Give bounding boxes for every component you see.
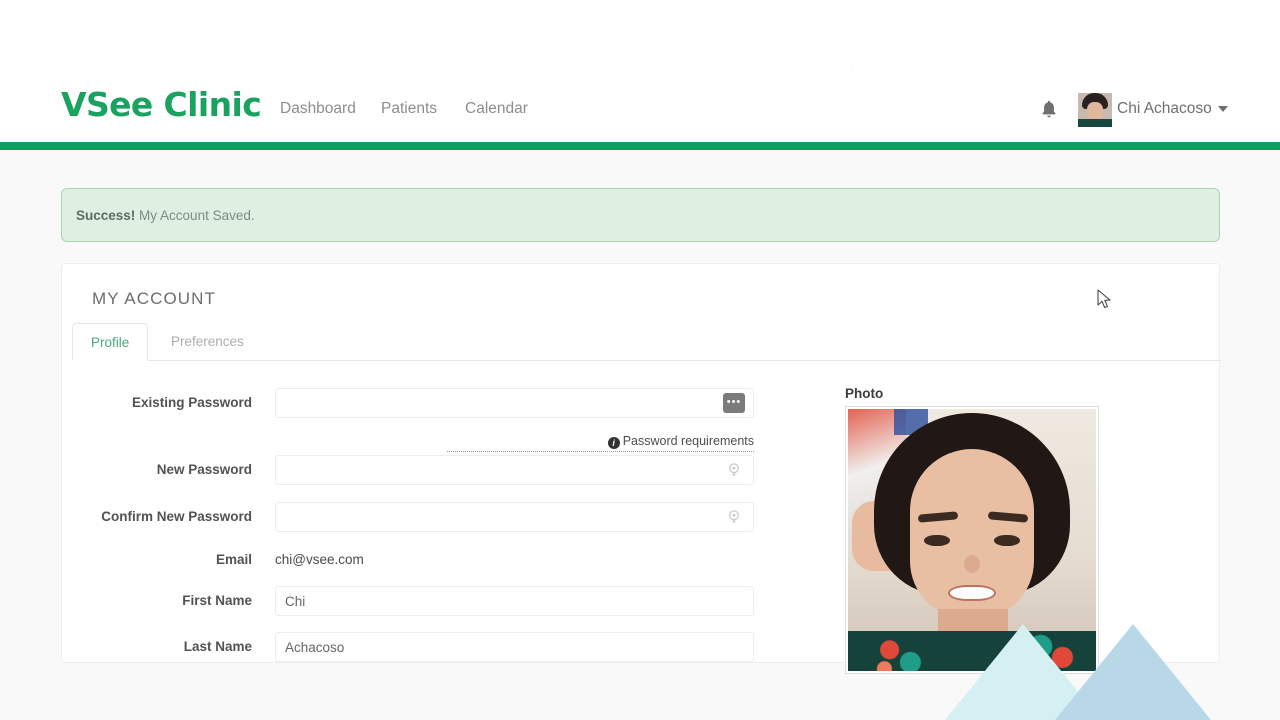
photo-eye-right [994, 535, 1020, 546]
label-email: Email [215, 552, 252, 567]
label-existing-password: Existing Password [131, 395, 252, 410]
password-manager-icon[interactable]: ••• [723, 393, 745, 413]
confirm-new-password-input[interactable] [275, 502, 754, 532]
key-icon[interactable] [727, 463, 741, 477]
header-inner: VSee Clinic Dashboard Patients Calendar … [0, 0, 1280, 147]
info-icon: i [607, 437, 620, 449]
header-accent-bar [0, 142, 1280, 150]
page-root: · · · · · · VSee Clinic Dashboard Patien… [0, 0, 1280, 720]
user-name-label[interactable]: Chi Achacoso [1117, 100, 1212, 118]
password-requirements-label: Password requirements [622, 434, 754, 448]
success-alert-text: Success! My Account Saved. [76, 208, 255, 223]
photo-nose [964, 555, 980, 573]
tab-bar: Profile Preferences [72, 323, 1221, 361]
site-header: · · · · · · VSee Clinic Dashboard Patien… [0, 0, 1280, 150]
last-name-input[interactable] [275, 632, 754, 662]
photo-eye-left [924, 535, 950, 546]
success-alert: Success! My Account Saved. [61, 188, 1220, 242]
nav-link-patients[interactable]: Patients [381, 100, 437, 118]
label-confirm-new-password: Confirm New Password [101, 509, 252, 524]
photo-floral-left [874, 633, 926, 671]
nav-link-dashboard[interactable]: Dashboard [280, 100, 356, 118]
success-alert-message: My Account Saved. [135, 208, 255, 223]
mouse-cursor [1097, 289, 1111, 309]
nav-link-calendar[interactable]: Calendar [465, 100, 528, 118]
label-last-name: Last Name [183, 639, 252, 654]
tab-preferences[interactable]: Preferences [153, 323, 262, 361]
email-value: chi@vsee.com [275, 552, 364, 567]
tab-profile[interactable]: Profile [72, 323, 149, 361]
my-account-card: MY ACCOUNT Profile Preferences Existing … [61, 263, 1221, 674]
label-new-password: New Password [156, 462, 252, 477]
photo-label: Photo [845, 386, 884, 401]
avatar[interactable] [1078, 93, 1112, 127]
photo-mouth [948, 585, 996, 601]
password-requirements-link[interactable]: i Password requirements [447, 434, 754, 452]
label-first-name: First Name [182, 593, 252, 608]
first-name-input[interactable] [275, 586, 754, 616]
decorative-triangle-bottom-right [1055, 624, 1211, 720]
brand-logo[interactable]: VSee Clinic [61, 88, 262, 121]
avatar-shoulder [1078, 119, 1112, 127]
existing-password-input[interactable] [275, 388, 754, 418]
page-title: MY ACCOUNT [92, 289, 217, 308]
key-icon[interactable] [727, 510, 741, 524]
bell-icon[interactable] [1040, 100, 1058, 119]
chevron-down-icon[interactable] [1218, 106, 1228, 112]
new-password-input[interactable] [275, 455, 754, 485]
success-alert-strong: Success! [76, 208, 136, 223]
